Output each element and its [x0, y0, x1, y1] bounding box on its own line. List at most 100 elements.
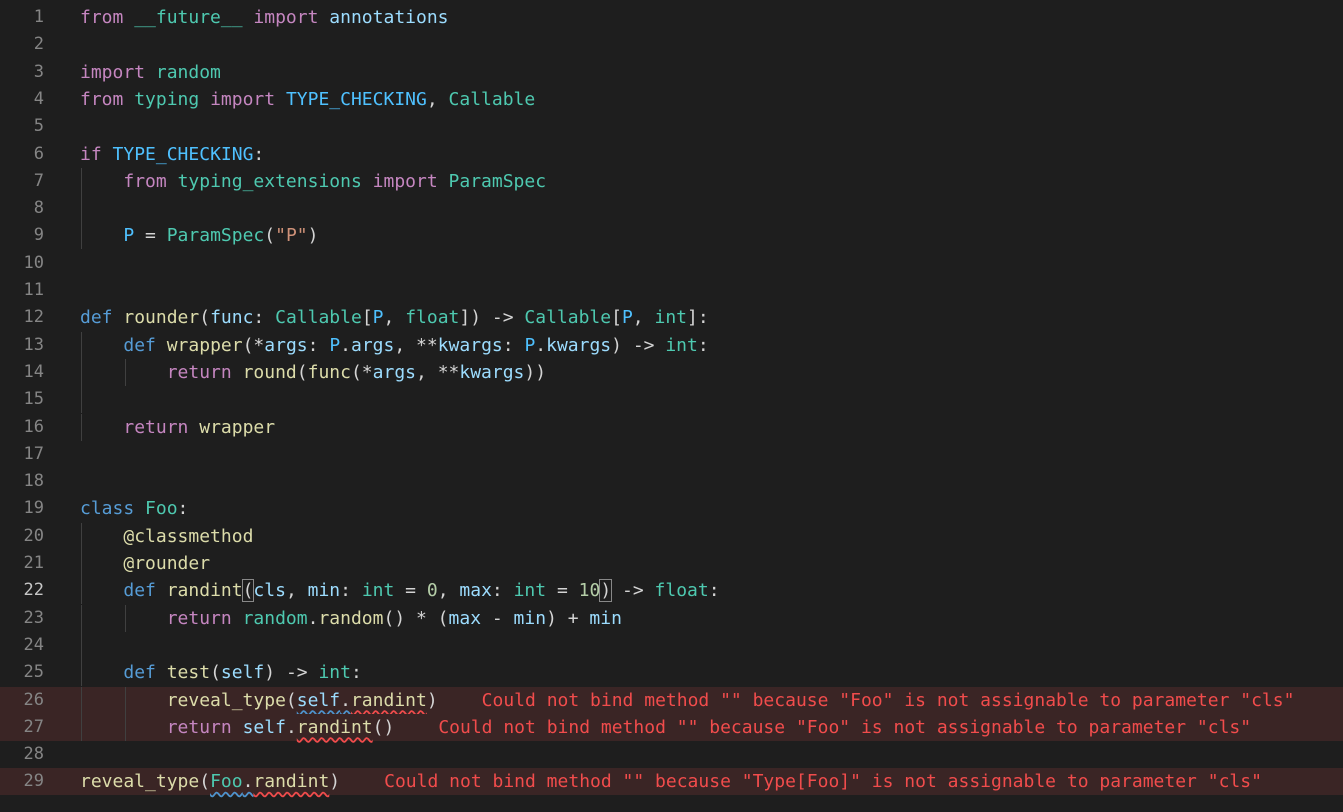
code-line[interactable]: 10 [0, 250, 1343, 277]
code-token: : [307, 334, 330, 356]
line-number: 23 [23, 607, 44, 628]
code-line[interactable]: 20 @classmethod [0, 522, 1343, 550]
code-line[interactable]: 2 [0, 31, 1343, 58]
code-token: max [448, 607, 482, 629]
code-text[interactable]: if TYPE_CHECKING: [80, 141, 264, 168]
code-line[interactable]: 19 class Foo: [0, 495, 1343, 522]
code-line[interactable]: 26 reveal_type(self.randint) Could not bi… [0, 686, 1343, 714]
code-line[interactable]: 4 from typing import TYPE_CHECKING, Calla… [0, 86, 1343, 113]
code-token: return [123, 416, 189, 438]
code-text[interactable]: return wrapper [80, 414, 275, 441]
code-token: test [166, 662, 211, 684]
code-line[interactable]: 23 return random.random() * (max - min) … [0, 604, 1343, 632]
code-text[interactable]: from __future__ import annotations [80, 4, 449, 31]
code-text[interactable]: return random.random() * (max - min) + m… [80, 605, 622, 632]
code-line[interactable]: 14 return round(func(*args, **kwargs)) [0, 358, 1343, 386]
code-token: TYPE_CHECKING [285, 88, 427, 110]
code-text[interactable]: reveal_type(Foo.randint) Could not bind m… [80, 768, 1262, 795]
code-line[interactable]: 3 import random [0, 59, 1343, 86]
code-text[interactable]: def randint(cls, min: int = 0, max: int … [80, 577, 720, 604]
code-line[interactable]: 1 from __future__ import annotations [0, 4, 1343, 31]
code-line[interactable]: 21 @rounder [0, 550, 1343, 577]
code-editor[interactable]: 1 from __future__ import annotations 2 3 imp… [0, 0, 1343, 812]
line-number: 26 [23, 689, 44, 710]
code-token: )) [524, 361, 547, 383]
code-text[interactable]: import random [80, 59, 221, 86]
code-text[interactable]: return self.randint() Could not bind meth… [80, 714, 1251, 741]
code-line[interactable]: 8 [0, 195, 1343, 223]
code-line[interactable]: 12 def rounder(func: Callable[P, float]) … [0, 304, 1343, 331]
code-line[interactable]: 22 def randint(cls, min: int = 0, max: i… [0, 577, 1343, 605]
code-text[interactable]: def test(self) -> int: [80, 659, 362, 686]
code-token: random [318, 607, 384, 629]
code-token: rounder [123, 307, 200, 329]
indent-guide [81, 386, 82, 414]
line-number: 10 [23, 252, 44, 273]
code-token: def [123, 580, 156, 602]
code-token: int [318, 662, 351, 684]
indent-guide [81, 195, 82, 223]
code-text[interactable]: from typing import TYPE_CHECKING, Callab… [80, 86, 535, 113]
code-token: , ** [416, 361, 460, 383]
code-token: randint [350, 689, 427, 711]
code-text[interactable]: class Foo: [80, 495, 188, 522]
code-token: Foo [210, 771, 243, 793]
code-text[interactable]: @classmethod [80, 523, 253, 550]
code-token: , [632, 307, 655, 329]
code-token: Callable [275, 307, 362, 329]
code-line[interactable]: 13 def wrapper(*args: P.args, **kwargs: … [0, 331, 1343, 359]
code-token: . [535, 334, 547, 356]
code-line[interactable]: 15 [0, 386, 1343, 414]
code-line[interactable]: 16 return wrapper [0, 413, 1343, 441]
code-line[interactable]: 5 [0, 113, 1343, 140]
code-line[interactable]: 25 def test(self) -> int: [0, 659, 1343, 687]
code-token: args [372, 361, 417, 383]
code-token: : [350, 662, 362, 684]
code-token: randint [166, 580, 243, 602]
line-number: 7 [33, 170, 44, 191]
code-line[interactable]: 17 [0, 441, 1343, 468]
code-token: P [372, 307, 384, 329]
code-token: ( [296, 361, 308, 383]
code-line[interactable]: 11 [0, 277, 1343, 304]
code-line[interactable]: 7 from typing_extensions import ParamSpe… [0, 167, 1343, 195]
code-token: ) -> [264, 662, 319, 684]
code-text[interactable]: return round(func(*args, **kwargs)) [80, 359, 546, 386]
code-line[interactable]: 6 if TYPE_CHECKING: [0, 141, 1343, 168]
code-text[interactable]: from typing_extensions import ParamSpec [80, 168, 546, 195]
code-line[interactable]: 9 P = ParamSpec("P") [0, 222, 1343, 250]
line-number: 2 [33, 34, 44, 55]
code-token: wrapper [199, 416, 276, 438]
code-token: float [405, 307, 460, 329]
code-text[interactable]: @rounder [80, 550, 210, 577]
code-text[interactable]: def rounder(func: Callable[P, float]) ->… [80, 304, 709, 331]
code-line[interactable]: 27 return self.randint() Could not bind m… [0, 713, 1343, 741]
code-text[interactable]: P = ParamSpec("P") [80, 222, 318, 249]
line-number: 29 [23, 771, 44, 792]
code-line[interactable]: 29 reveal_type(Foo.randint) Could not bind… [0, 768, 1343, 796]
code-text[interactable]: reveal_type(self.randint) Could not bind … [80, 687, 1295, 714]
code-token: = [546, 580, 579, 602]
line-number: 19 [23, 498, 44, 519]
code-line[interactable]: 18 [0, 468, 1343, 495]
code-token: [ [361, 307, 373, 329]
code-line[interactable]: 24 [0, 631, 1343, 659]
code-token: ( [264, 225, 276, 247]
code-line[interactable]: 28 [0, 741, 1343, 768]
code-token: : [491, 580, 514, 602]
code-token: reveal_type [80, 771, 200, 793]
code-text[interactable]: def wrapper(*args: P.args, **kwargs: P.k… [80, 332, 708, 359]
